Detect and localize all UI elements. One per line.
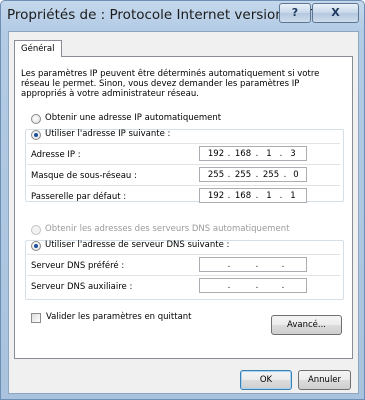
separator — [27, 254, 340, 255]
octet-dot: . — [255, 281, 259, 291]
ip-octet: 255 — [234, 170, 252, 180]
ip-octet: 192 — [207, 149, 225, 159]
octet-dot: . — [281, 281, 285, 291]
ip-auto-label[interactable]: Obtenir une adresse IP automatiquement — [45, 113, 221, 123]
advanced-button[interactable]: Avancé... — [271, 315, 342, 335]
ip-manual-radio[interactable] — [31, 130, 41, 140]
ip-octet: 1 — [290, 191, 296, 201]
subnet-mask-field[interactable]: 255 . 255 . 255 . 0 — [199, 167, 307, 182]
ip-address-field[interactable]: 192 . 168 . 1 . 3 — [199, 146, 307, 161]
octet-dot: . — [255, 260, 259, 270]
ip-octet: 0 — [293, 170, 299, 180]
separator — [27, 185, 340, 186]
validate-label[interactable]: Valider les paramètres en quittant — [46, 312, 192, 322]
gateway-label: Passerelle par défaut : — [31, 192, 127, 202]
ip-octet: 168 — [234, 191, 252, 201]
gateway-field[interactable]: 192 . 168 . 1 . 1 — [199, 188, 307, 203]
ip-octet: 255 — [207, 170, 225, 180]
ip-octet: 3 — [290, 149, 296, 159]
ip-address-label: Adresse IP : — [31, 150, 81, 160]
alternate-dns-label: Serveur DNS auxiliaire : — [31, 282, 133, 292]
validate-checkbox[interactable] — [31, 313, 41, 323]
preferred-dns-label: Serveur DNS préféré : — [31, 261, 125, 271]
dns-manual-radio[interactable] — [31, 241, 41, 251]
subnet-mask-label: Masque de sous-réseau : — [31, 171, 137, 181]
ip-manual-label[interactable]: Utiliser l'adresse IP suivante : — [45, 129, 170, 139]
title-bar[interactable]: Propriétés de : Protocole Internet versi… — [1, 1, 364, 31]
help-button[interactable]: ? — [279, 3, 311, 23]
octet-dot: . — [227, 281, 231, 291]
ip-auto-radio[interactable] — [31, 114, 41, 124]
separator — [27, 275, 340, 276]
ip-octet: 168 — [234, 149, 252, 159]
preferred-dns-field[interactable]: . . . — [199, 257, 307, 272]
separator — [27, 164, 340, 165]
dialog-window: Propriétés de : Protocole Internet versi… — [0, 0, 365, 400]
cancel-button[interactable]: Annuler — [298, 370, 351, 390]
general-tab-panel: Les paramètres IP peuvent être déterminé… — [14, 56, 353, 359]
alternate-dns-field[interactable]: . . . — [199, 278, 307, 293]
description-text: Les paramètres IP peuvent être déterminé… — [21, 69, 320, 99]
ip-octet: 255 — [262, 170, 280, 180]
octet-dot: . — [281, 260, 285, 270]
dns-manual-label[interactable]: Utiliser l'adresse de serveur DNS suivan… — [45, 240, 229, 250]
octet-dot: . — [227, 260, 231, 270]
dialog-client-area: Général Les paramètres IP peuvent être d… — [8, 31, 359, 394]
ip-octet: 1 — [266, 149, 272, 159]
ip-octet: 1 — [266, 191, 272, 201]
tab-general[interactable]: Général — [14, 40, 62, 57]
close-button[interactable]: X — [312, 3, 359, 23]
dns-auto-radio[interactable] — [31, 225, 41, 235]
ip-octet: 192 — [207, 191, 225, 201]
separator — [27, 143, 340, 144]
ok-button[interactable]: OK — [240, 370, 292, 390]
dns-auto-label[interactable]: Obtenir les adresses des serveurs DNS au… — [45, 224, 289, 234]
